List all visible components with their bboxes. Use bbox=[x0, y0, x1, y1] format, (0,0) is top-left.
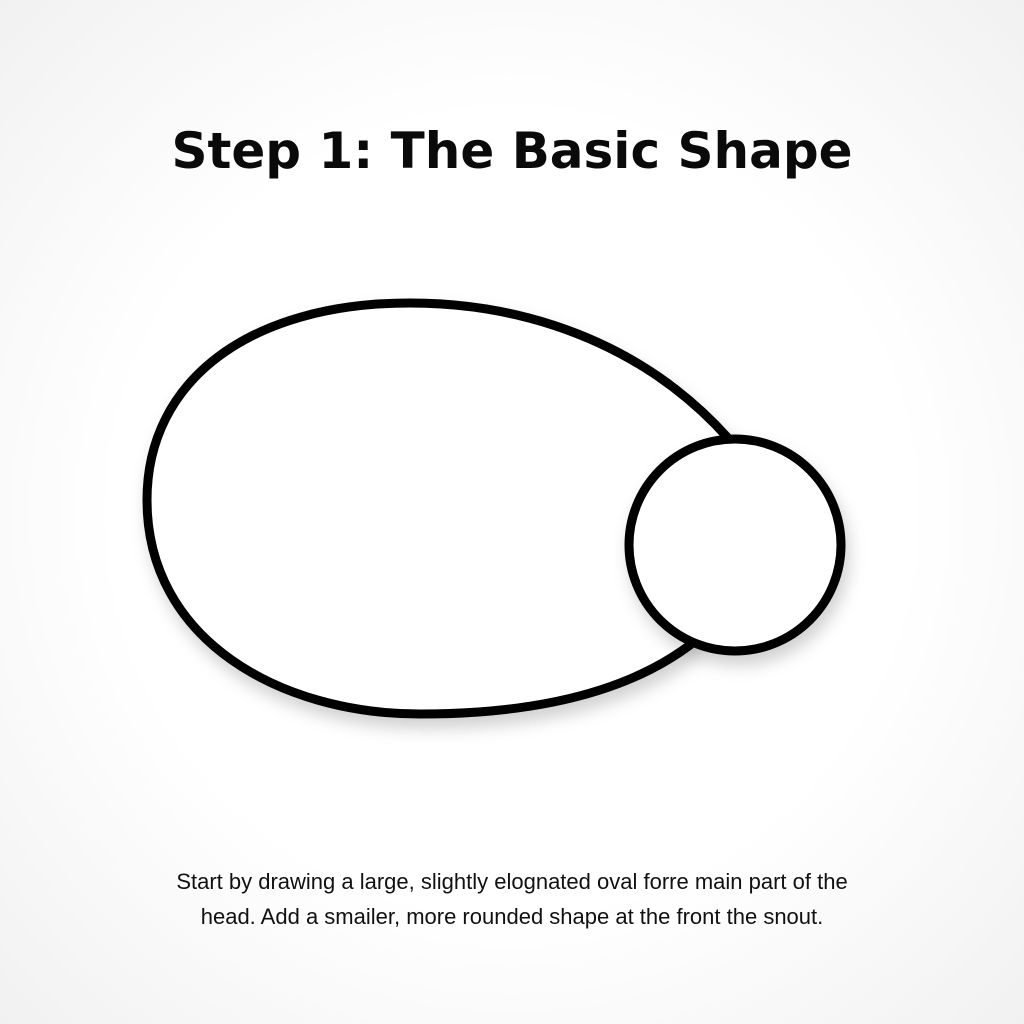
caption-line-2: head. Add a smailer, more rounded shape … bbox=[200, 904, 824, 929]
instruction-caption: Start by drawing a large, slightly elogn… bbox=[0, 864, 1024, 934]
snout-circle bbox=[624, 434, 846, 656]
caption-line-1: Start by drawing a large, slightly elogn… bbox=[176, 869, 848, 894]
